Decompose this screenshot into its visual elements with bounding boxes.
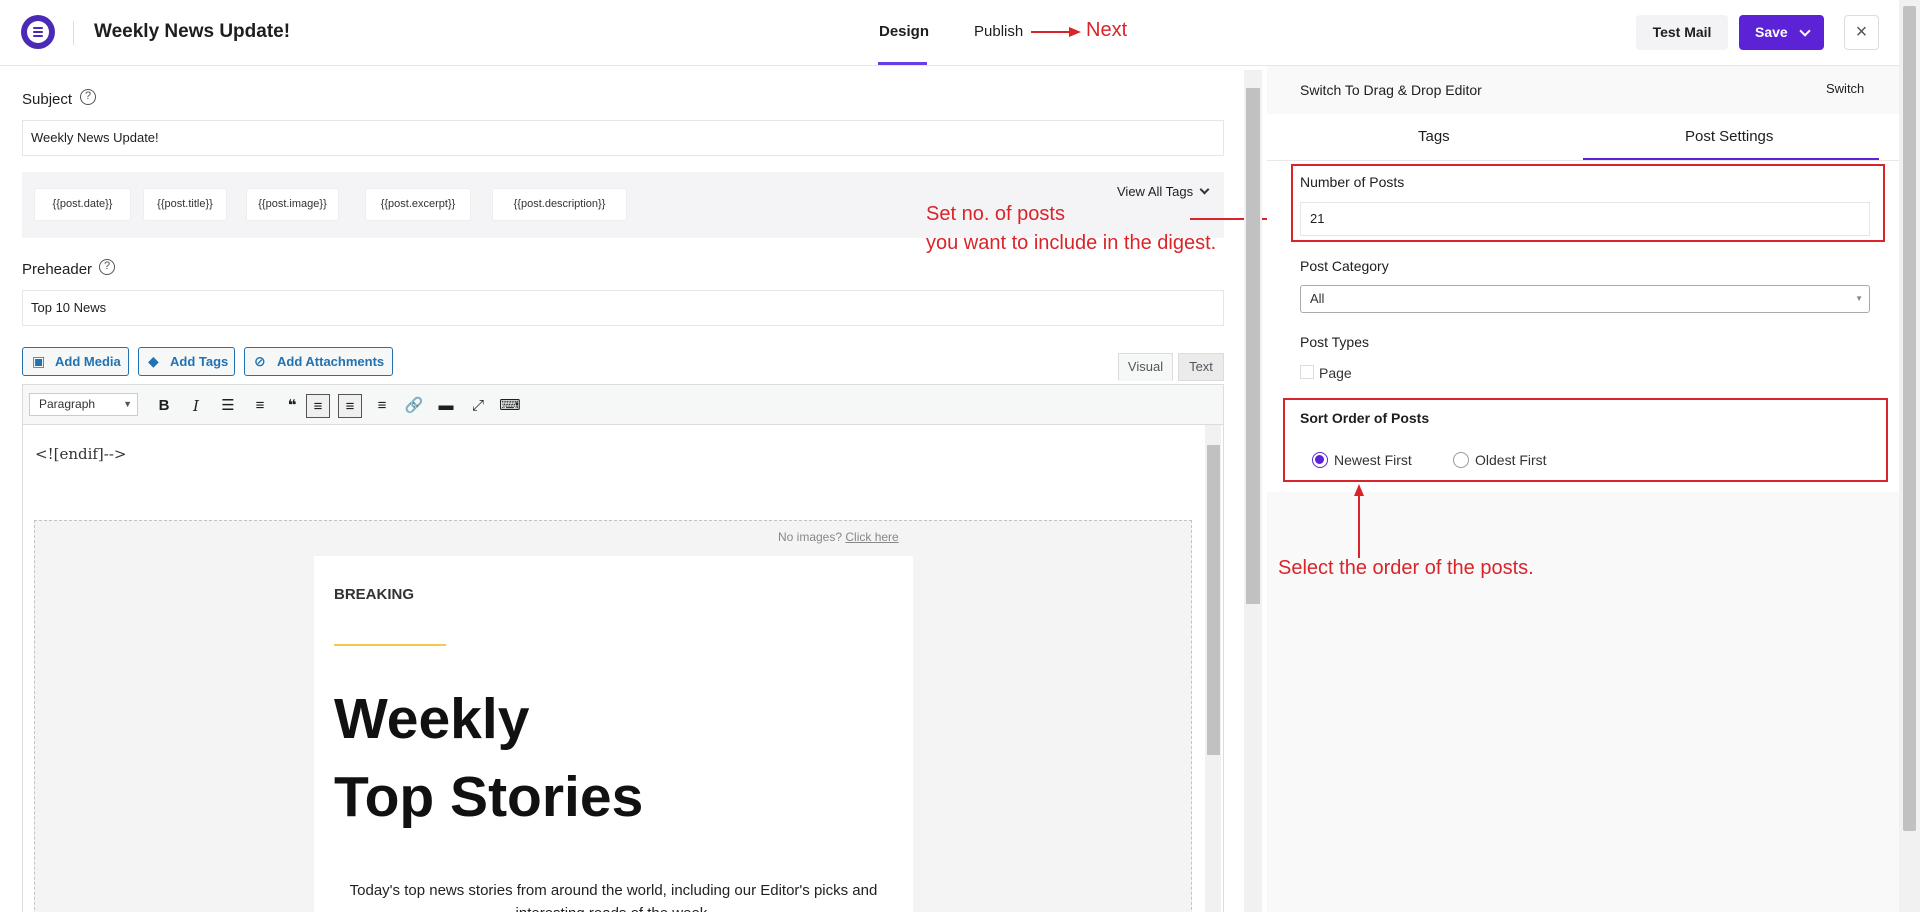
tab-design[interactable]: Design (879, 23, 929, 40)
email-kicker: BREAKING (334, 586, 415, 603)
tag-post-image[interactable]: {{post.image}} (246, 188, 339, 221)
posts-annotation-line-1: Set no. of posts (926, 203, 1065, 225)
media-icon: ▣ (32, 353, 46, 369)
close-button[interactable]: × (1844, 15, 1879, 50)
view-all-tags-label: View All Tags (1117, 184, 1194, 199)
chevron-down-icon (1199, 184, 1210, 195)
editor-content[interactable]: <![endif]--> No images? Click here BREAK… (22, 425, 1224, 912)
preheader-input[interactable]: Top 10 News (22, 290, 1224, 326)
save-button[interactable]: Save (1739, 15, 1824, 50)
tab-divider (1267, 160, 1899, 161)
preheader-label: Preheader (22, 261, 93, 278)
order-arrow-line (1358, 494, 1360, 558)
editor-scroll-thumb[interactable] (1207, 445, 1220, 755)
tag-post-excerpt[interactable]: {{post.excerpt}} (365, 188, 471, 221)
italic-icon[interactable]: I (184, 394, 208, 418)
keyboard-icon[interactable]: ⌨ (498, 394, 522, 418)
tab-text[interactable]: Text (1178, 353, 1224, 381)
editor-toolbar: Paragraph B I ☰ ≡ ❝ ≡ ≡ ≡ 🔗 ▬ ⤢ ⌨ (22, 384, 1224, 425)
posts-annotation-line-2: you want to include in the digest. (926, 232, 1217, 254)
left-pane-scroll-thumb[interactable] (1246, 88, 1260, 604)
add-media-button[interactable]: ▣ Add Media (22, 347, 129, 376)
tab-tags[interactable]: Tags (1418, 128, 1450, 145)
switch-editor-label: Switch To Drag & Drop Editor (1300, 82, 1482, 98)
chevron-down-icon[interactable] (1799, 25, 1811, 37)
post-category-label: Post Category (1300, 258, 1389, 274)
format-select[interactable]: Paragraph (29, 393, 138, 416)
next-arrow-head (1069, 27, 1081, 37)
email-headline-line-1: Weekly (334, 687, 530, 751)
help-icon[interactable]: ? (80, 89, 96, 105)
bullet-list-icon[interactable]: ☰ (216, 394, 240, 418)
left-pane-scrollbar[interactable] (1244, 70, 1262, 912)
no-images-note: No images? Click here (778, 530, 899, 544)
align-left-icon[interactable]: ≡ (306, 394, 330, 418)
email-canvas: No images? Click here BREAKING Weekly To… (34, 520, 1192, 912)
link-icon[interactable]: 🔗 (402, 394, 426, 418)
post-types-label: Post Types (1300, 334, 1370, 350)
help-icon[interactable]: ? (99, 259, 115, 275)
save-button-label: Save (1755, 24, 1788, 40)
click-here-link[interactable]: Click here (845, 530, 898, 544)
email-headline-line-2: Top Stories (334, 765, 644, 829)
post-type-page-label: Page (1319, 365, 1352, 381)
add-tags-label: Add Tags (170, 354, 229, 369)
align-right-icon[interactable]: ≡ (370, 394, 394, 418)
tab-visual[interactable]: Visual (1118, 353, 1173, 381)
page-scrollbar[interactable] (1899, 0, 1920, 912)
test-mail-button[interactable]: Test Mail (1636, 15, 1728, 50)
page-scroll-thumb[interactable] (1903, 6, 1916, 831)
add-media-label: Add Media (55, 354, 121, 369)
tag-post-date[interactable]: {{post.date}} (34, 188, 131, 221)
email-intro: Today's top news stories from around the… (349, 882, 878, 912)
top-bar: Weekly News Update! Design Publish Test … (0, 0, 1920, 66)
subject-input[interactable]: Weekly News Update! (22, 120, 1224, 156)
post-category-select[interactable]: All (1300, 285, 1870, 313)
switch-editor-button[interactable]: Switch (1826, 81, 1864, 96)
add-attachments-label: Add Attachments (277, 354, 385, 369)
blockquote-icon[interactable]: ❝ (280, 394, 304, 418)
next-arrow-line (1031, 31, 1071, 33)
fullscreen-icon[interactable]: ⤢ (466, 394, 490, 418)
order-annotation: Select the order of the posts. (1278, 557, 1534, 579)
subject-label: Subject (22, 91, 73, 108)
tab-publish[interactable]: Publish (974, 23, 1023, 40)
campaign-title: Weekly News Update! (94, 21, 291, 42)
email-divider (334, 644, 446, 646)
code-comment: <![endif]--> (35, 445, 127, 463)
header-divider (73, 21, 74, 45)
tag-post-title[interactable]: {{post.title}} (143, 188, 227, 221)
tag-icon: ◆ (148, 353, 159, 369)
post-type-page-checkbox[interactable] (1300, 365, 1314, 379)
app-logo-icon[interactable] (21, 15, 55, 49)
number-of-posts-highlight (1291, 164, 1885, 242)
editor-scrollbar[interactable] (1205, 425, 1221, 912)
add-attachments-button[interactable]: ⊘ Add Attachments (244, 347, 393, 376)
numbered-list-icon[interactable]: ≡ (248, 394, 272, 418)
email-body: BREAKING Weekly Top Stories Today's top … (314, 556, 913, 912)
no-images-text: No images? (778, 530, 843, 544)
paperclip-icon: ⊘ (254, 353, 266, 369)
read-more-icon[interactable]: ▬ (434, 394, 458, 418)
active-tab-indicator (878, 62, 927, 65)
next-annotation: Next (1086, 19, 1128, 41)
align-center-icon[interactable]: ≡ (338, 394, 362, 418)
sort-order-highlight (1283, 398, 1888, 482)
view-all-tags-button[interactable]: View All Tags (1117, 184, 1210, 199)
bold-icon[interactable]: B (152, 394, 176, 418)
add-tags-button[interactable]: ◆ Add Tags (138, 347, 235, 376)
tag-post-description[interactable]: {{post.description}} (492, 188, 627, 221)
tab-post-settings[interactable]: Post Settings (1685, 128, 1773, 145)
